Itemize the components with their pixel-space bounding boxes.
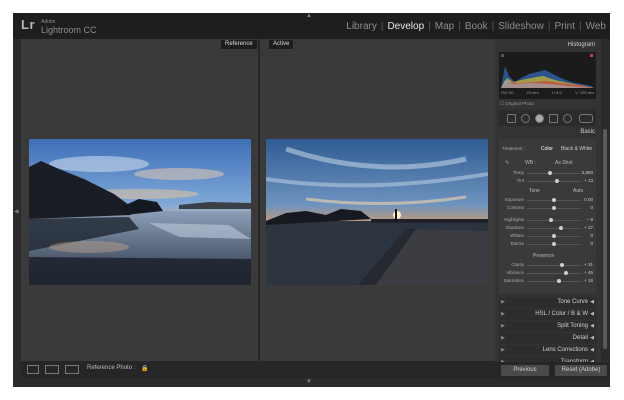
histogram: ISO 50 24 mm f / 8.0 1 ⁄ 125 sec (499, 52, 596, 99)
reference-photo-image (29, 139, 251, 285)
tone-curve-label: Tone Curve (557, 299, 588, 305)
view-divider (258, 39, 260, 361)
split-toning-panel[interactable]: ▶ Split Toning ◀ (499, 321, 596, 332)
histogram-info: ISO 50 24 mm f / 8.0 1 ⁄ 125 sec (501, 90, 594, 95)
module-library[interactable]: Library (346, 21, 377, 32)
lens-corrections-panel[interactable]: ▶ Lens Corrections ◀ (499, 345, 596, 356)
slider-thumb[interactable] (552, 206, 556, 210)
module-map[interactable]: Map (435, 21, 454, 32)
iso-value: ISO 50 (501, 90, 514, 95)
module-web[interactable]: Web (586, 21, 606, 32)
reference-view-area: Reference Active (21, 39, 495, 361)
slider-thumb[interactable] (552, 234, 556, 238)
treatment-row: Treatment : Color Black & White (499, 145, 596, 154)
active-photo-image (266, 139, 488, 285)
adjustment-brush-icon[interactable] (579, 114, 593, 123)
module-picker: Library | Develop | Map | Book | Slideshow | Print… (346, 21, 606, 32)
expand-arrow-icon: ◀ (590, 299, 594, 305)
original-photo-label[interactable]: ☐ Original Photo (500, 101, 534, 107)
module-print[interactable]: Print (554, 21, 575, 32)
wb-label: WB : (525, 160, 536, 166)
before-after-view-icon[interactable] (45, 365, 59, 374)
red-eye-tool-icon[interactable] (535, 114, 544, 123)
slider-thumb[interactable] (559, 226, 564, 230)
tone-label: Tone (529, 188, 540, 194)
slider-thumb[interactable] (547, 171, 552, 175)
reference-label: Reference (221, 40, 257, 49)
lightroom-window: Lr Adobe Lightroom CC Library | Develop | Ma… (13, 13, 610, 387)
panel-scrollbar[interactable] (601, 39, 610, 379)
slider-thumb[interactable] (563, 271, 568, 275)
presence-label: Presence (533, 253, 555, 259)
slider-thumb[interactable] (552, 242, 556, 246)
aperture-value: f / 8.0 (551, 90, 562, 95)
slider-thumb[interactable] (554, 179, 559, 183)
active-photo[interactable] (266, 139, 488, 285)
highlights-slider[interactable]: Highlights – 9 (499, 217, 596, 224)
radial-filter-icon[interactable] (563, 114, 572, 123)
clarity-slider[interactable]: Clarity + 31 (499, 262, 596, 269)
expand-arrow-icon: ◀ (590, 335, 594, 341)
hsl-label: HSL / Color / B & W (535, 311, 588, 317)
app-brand: Adobe Lightroom CC (41, 18, 97, 35)
expand-arrow-icon: ◀ (590, 347, 594, 353)
shutter-speed-value: 1 ⁄ 125 sec (574, 90, 594, 95)
split-toning-label: Split Toning (557, 323, 588, 329)
left-panel-toggle-icon[interactable]: ◀ (14, 208, 19, 215)
histogram-title[interactable]: Histogram (495, 42, 595, 48)
brand-name: Lightroom CC (41, 25, 97, 35)
white-balance-picker-icon[interactable]: ✎ (505, 160, 509, 166)
collapse-top-panel-icon[interactable]: ▲ (306, 13, 312, 19)
saturation-slider[interactable]: Saturation + 18 (499, 278, 596, 285)
loupe-view-icon[interactable] (27, 365, 39, 374)
slider-thumb[interactable] (549, 218, 554, 222)
reset-button[interactable]: Reset (Adobe) (555, 365, 607, 376)
wb-value[interactable]: As Shot (555, 160, 573, 166)
bottom-toolbar: Reference Photo : 🔒 (21, 361, 495, 378)
basic-panel-title[interactable]: Basic (495, 129, 595, 135)
blacks-slider[interactable]: Blacks 0 (499, 241, 596, 248)
graduated-filter-icon[interactable] (549, 114, 558, 123)
collapse-filmstrip-icon[interactable]: ▼ (306, 379, 312, 385)
lightroom-logo: Lr (21, 17, 35, 32)
reference-photo[interactable] (29, 139, 251, 285)
slider-thumb[interactable] (560, 263, 565, 267)
module-develop[interactable]: Develop (387, 21, 424, 32)
treatment-color[interactable]: Color (541, 146, 553, 152)
tool-strip (499, 110, 596, 126)
reference-photo-label: Reference Photo : (87, 365, 136, 371)
shadows-slider[interactable]: Shadows + 27 (499, 225, 596, 232)
focal-length-value: 24 mm (526, 90, 539, 95)
lens-corrections-label: Lens Corrections (542, 347, 588, 353)
exposure-slider[interactable]: Exposure 0.00 (499, 197, 596, 204)
panel-button-row: Previous Reset (Adobe) (495, 362, 610, 379)
previous-button[interactable]: Previous (501, 365, 549, 376)
develop-right-panel: Histogram ISO 50 24 mm f / 8.0 1 ⁄ 125 s… (495, 39, 601, 379)
contrast-slider[interactable]: Contrast 0 (499, 205, 596, 212)
whites-slider[interactable]: Whites 0 (499, 233, 596, 240)
tone-auto-button[interactable]: Auto (573, 188, 583, 194)
treatment-black-white[interactable]: Black & White (561, 146, 592, 152)
basic-panel: Treatment : Color Black & White ✎ WB : A… (499, 139, 596, 294)
detail-panel[interactable]: ▶ Detail ◀ (499, 333, 596, 344)
module-slideshow[interactable]: Slideshow (498, 21, 544, 32)
expand-arrow-icon: ◀ (590, 311, 594, 317)
slider-thumb[interactable] (552, 198, 556, 202)
reference-view-icon[interactable] (65, 365, 79, 374)
temp-slider[interactable]: Temp 5,650 (499, 170, 596, 177)
active-label: Active (269, 40, 294, 49)
hsl-panel[interactable]: ▶ HSL / Color / B & W ◀ (499, 309, 596, 320)
spot-removal-tool-icon[interactable] (521, 114, 530, 123)
slider-thumb[interactable] (556, 279, 561, 283)
lock-icon[interactable]: 🔒 (141, 365, 148, 372)
crop-tool-icon[interactable] (507, 114, 516, 123)
detail-label: Detail (572, 335, 588, 341)
tint-slider[interactable]: Tint + 13 (499, 178, 596, 185)
tone-curve-panel[interactable]: ▶ Tone Curve ◀ (499, 297, 596, 308)
expand-arrow-icon: ◀ (590, 323, 594, 329)
treatment-label: Treatment : (502, 146, 525, 151)
scrollbar-thumb[interactable] (603, 129, 607, 349)
vibrance-slider[interactable]: Vibrance + 45 (499, 270, 596, 277)
module-book[interactable]: Book (465, 21, 488, 32)
